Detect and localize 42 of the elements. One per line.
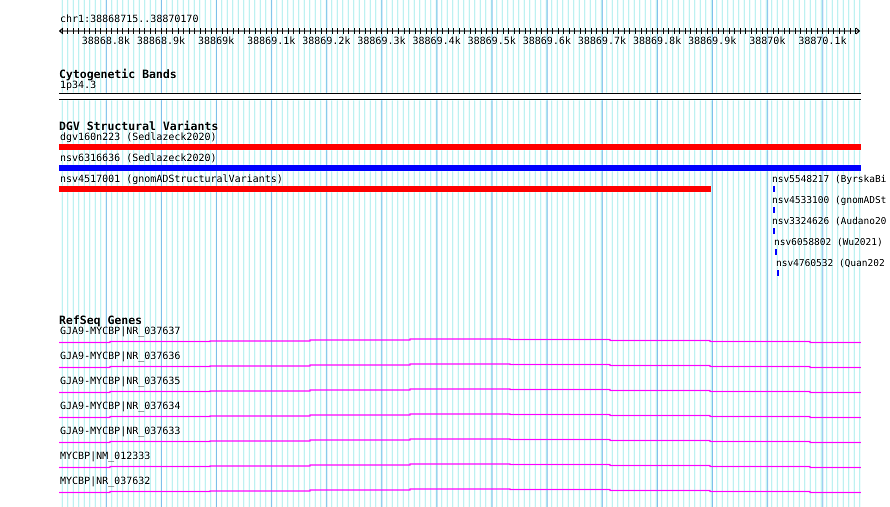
transcript-label: MYCBP|NR_037632 bbox=[59, 476, 150, 488]
transcript-label: GJA9-MYCBP|NR_037633 bbox=[59, 426, 180, 438]
ruler-tick-label: 38869.8k bbox=[632, 36, 682, 47]
feature-label: nsv5548217 (ByrskaBi bbox=[772, 174, 886, 186]
variant-bar[interactable] bbox=[59, 144, 861, 150]
transcript-label: GJA9-MYCBP|NR_037635 bbox=[59, 376, 180, 388]
variant-mark[interactable] bbox=[777, 270, 779, 276]
ruler-tick-label: 38868.9k bbox=[136, 36, 186, 47]
transcript-label: GJA9-MYCBP|NR_037634 bbox=[59, 401, 180, 413]
feature-label: nsv4760532 (Quan202 bbox=[776, 258, 885, 270]
feature-label: nsv4533100 (gnomADSt bbox=[772, 195, 886, 207]
ruler-tick-label: 38869.6k bbox=[522, 36, 571, 47]
ruler-tick-label: 38869.3k bbox=[357, 36, 406, 47]
variant-mark[interactable] bbox=[775, 249, 777, 255]
feature-label: nsv4517001 (gnomADStructuralVariants) bbox=[59, 174, 283, 186]
ruler-tick-label: 38870k bbox=[749, 36, 786, 47]
variant-mark[interactable] bbox=[773, 228, 775, 234]
transcript-label: GJA9-MYCBP|NR_037637 bbox=[60, 326, 180, 338]
feature-label: dgv160n223 (Sedlazeck2020) bbox=[59, 132, 217, 144]
location-label: chr1:38868715..38870170 bbox=[59, 14, 198, 26]
track-title: RefSeq Genes bbox=[59, 314, 142, 326]
ruler-tick-label: 38869.5k bbox=[468, 36, 516, 47]
variant-mark[interactable] bbox=[773, 186, 775, 192]
feature-label: nsv6058802 (Wu2021) bbox=[774, 237, 883, 249]
band-label: 1p34.3 bbox=[60, 80, 96, 92]
ruler-tick-label: 38869.2k bbox=[302, 36, 350, 47]
transcript-label: GJA9-MYCBP|NR_037636 bbox=[59, 351, 180, 363]
ruler-tick-label: 38869.1k bbox=[247, 36, 296, 47]
transcript-label: MYCBP|NM_012333 bbox=[59, 451, 150, 463]
ruler-tick-label: 38868.8k bbox=[82, 36, 130, 47]
variant-bar[interactable] bbox=[59, 186, 712, 192]
track-title: Cytogenetic Bands bbox=[59, 68, 177, 80]
ruler-tick-label: 38869.7k bbox=[578, 36, 626, 47]
ruler-tick-label: 38869.9k bbox=[688, 36, 736, 47]
track-title: DGV Structural Variants bbox=[59, 120, 218, 132]
ruler-tick-label: 38869k bbox=[198, 36, 234, 47]
variant-mark[interactable] bbox=[773, 207, 775, 213]
variant-bar[interactable] bbox=[59, 165, 861, 171]
feature-label: nsv6316636 (Sedlazeck2020) bbox=[59, 153, 217, 165]
feature-label: nsv3324626 (Audano20 bbox=[772, 216, 886, 228]
ruler-tick-label: 38869.4k bbox=[412, 36, 461, 47]
ruler-tick-label: 38870.1k bbox=[798, 36, 846, 47]
